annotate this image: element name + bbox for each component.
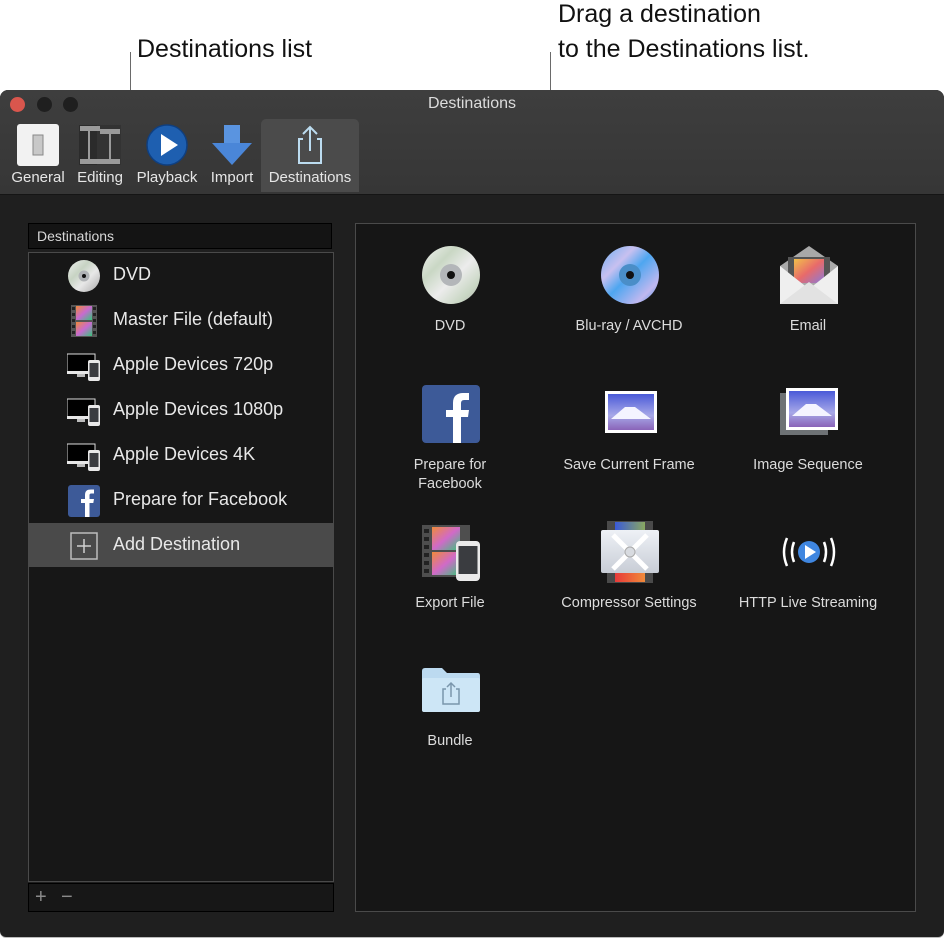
tab-playback[interactable]: Playback [134,119,200,192]
destination-dvd[interactable]: DVD [360,224,540,354]
destination-label: Export File [415,595,485,611]
tab-destinations[interactable]: Destinations [261,119,359,192]
destination-label: HTTP Live Streaming [738,595,878,611]
add-destination-button[interactable]: + [35,886,47,908]
tab-general[interactable]: General [8,119,68,192]
bundle-folder-icon [422,668,480,712]
list-item-facebook[interactable]: Prepare for Facebook [29,478,333,522]
film-editing-icon [79,125,121,165]
destination-email[interactable]: Email [718,224,898,354]
destination-label: Email [789,318,827,334]
list-item-label: Apple Devices 1080p [113,399,284,419]
list-item-apple-4k[interactable]: Apple Devices 4K [29,433,333,477]
destination-label: Image Sequence [753,457,863,473]
destination-http-live-streaming[interactable]: HTTP Live Streaming [718,501,898,631]
window-title: Destinations [427,95,517,112]
list-item-apple-720p[interactable]: Apple Devices 720p [29,343,333,387]
export-file-icon [422,525,480,581]
list-item-apple-1080p[interactable]: Apple Devices 1080p [29,388,333,432]
tab-editing[interactable]: Editing [72,119,128,192]
list-item-label: Apple Devices 720p [113,354,274,374]
apple-devices-icon [67,443,100,471]
compressor-icon [601,521,659,583]
facebook-icon [68,485,100,517]
tab-playback-label: Playback [136,169,198,186]
email-icon [780,246,838,304]
callout-destinations-list: Destinations list [137,35,313,63]
list-item-master-file[interactable]: Master File (default) [29,298,333,342]
available-destinations: DVD Blu-ray / AVCHD Email Prepare for Fa… [355,223,916,912]
tab-import[interactable]: Import [204,119,260,192]
destination-label: Save Current Frame [563,457,695,473]
destination-facebook[interactable]: Prepare for Facebook [360,363,540,493]
destinations-list-header: Destinations [28,223,332,249]
film-icon [71,305,97,337]
play-icon [146,124,188,166]
tab-editing-label: Editing [77,169,123,186]
switch-icon [17,124,59,166]
destination-label: Blu-ray / AVCHD [575,318,683,334]
list-item-label: Apple Devices 4K [113,444,256,464]
destination-bluray[interactable]: Blu-ray / AVCHD [539,224,719,354]
destination-export-file[interactable]: Export File [360,501,540,631]
remove-destination-button[interactable]: − [61,886,73,908]
facebook-icon [422,385,480,443]
destination-bundle[interactable]: Bundle [360,639,540,769]
callout-drag-line2: to the Destinations list. [558,35,810,63]
list-item-label: Master File (default) [113,309,274,329]
list-item-label: DVD [113,264,152,284]
destination-image-sequence[interactable]: Image Sequence [718,363,898,493]
list-item-add-destination[interactable]: Add Destination [29,523,333,567]
live-streaming-icon [782,537,836,567]
bluray-icon [601,246,659,304]
destination-label: DVD [434,318,466,334]
share-icon [298,125,322,164]
dvd-icon [422,246,480,304]
destination-label: Prepare for Facebook [413,457,487,492]
destination-label: Bundle [427,733,473,749]
down-arrow-icon [212,125,252,165]
apple-devices-icon [67,353,100,381]
dvd-icon [68,260,100,292]
tab-import-label: Import [210,169,254,186]
apple-devices-icon [67,398,100,426]
destination-compressor-settings[interactable]: Compressor Settings [539,501,719,631]
destination-label: Compressor Settings [561,595,697,611]
tab-general-label: General [11,169,65,186]
image-stack-icon [780,388,838,435]
destinations-list[interactable]: DVD Master File (default) Apple Devices … [28,252,334,882]
titlebar: Destinations General Editing Playback Im… [0,90,944,195]
list-item-label: Add Destination [113,534,241,554]
list-item-dvd[interactable]: DVD [29,253,333,297]
list-item-label: Prepare for Facebook [113,489,288,509]
callout-drag-line1: Drag a destination [558,0,761,28]
list-footer: + − [28,883,334,912]
plus-box-icon [70,532,98,560]
tab-destinations-label: Destinations [268,169,352,186]
image-icon [605,391,657,433]
preferences-window: Destinations General Editing Playback Im… [0,90,944,937]
destination-save-current-frame[interactable]: Save Current Frame [539,363,719,493]
